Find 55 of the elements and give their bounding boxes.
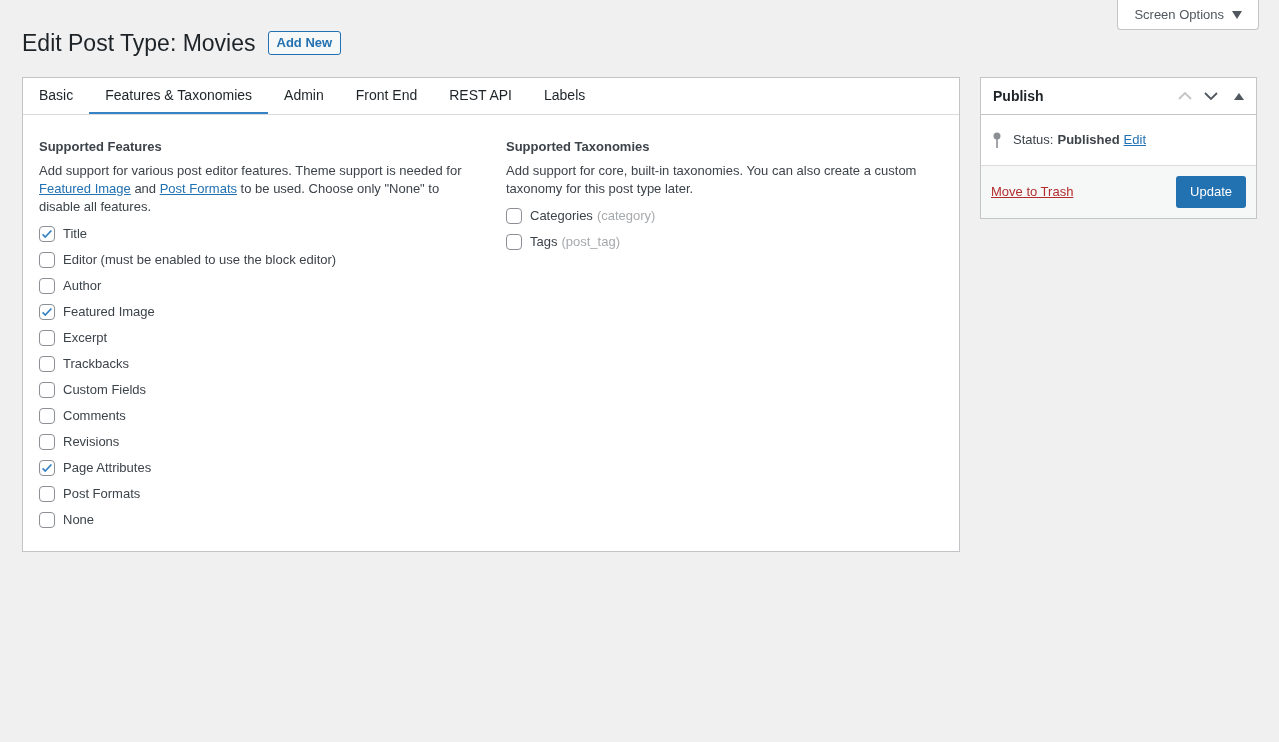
checkbox-label: None <box>63 510 95 529</box>
checkbox[interactable] <box>506 207 522 224</box>
edit-link[interactable]: Edit <box>1123 130 1146 150</box>
tab[interactable]: Admin <box>284 78 324 114</box>
checkbox-label: Revisions <box>63 432 120 451</box>
status-value: Published <box>1057 131 1120 150</box>
taxonomy-slug: (post_tag) <box>561 232 620 251</box>
tab[interactable]: Features & Taxonomies <box>89 78 269 114</box>
move-to-trash-link[interactable]: Move to Trash <box>991 182 1074 202</box>
checkbox[interactable] <box>39 459 55 476</box>
status-label: Status: <box>1013 131 1054 150</box>
checkbox-label: Featured Image <box>63 302 155 321</box>
tab[interactable]: Labels <box>544 78 586 114</box>
checkbox-label: Author <box>63 276 102 295</box>
checkbox[interactable] <box>39 407 55 424</box>
checkbox[interactable] <box>39 485 55 502</box>
checkbox-label: Editor (must be enabled to use the block editor) <box>63 250 337 269</box>
checkbox-label: Page Attributes <box>63 458 152 477</box>
tab[interactable]: Basic <box>39 78 74 114</box>
page-title: Edit Post Type: Movies <box>22 29 256 58</box>
section-heading: Supported Taxonomies <box>506 138 651 156</box>
chevron-down-icon[interactable] <box>1204 92 1218 100</box>
features-description: Add support for various post editor features. Theme support is needed for Featured Image and Post Formats to be used. Choose only "None" to disable all features. <box>39 161 463 216</box>
checkbox[interactable] <box>39 381 55 398</box>
update-button[interactable]: Update <box>1176 176 1246 208</box>
checkbox[interactable] <box>506 233 522 250</box>
checkbox[interactable] <box>39 303 55 320</box>
checkbox[interactable] <box>39 225 55 242</box>
link[interactable]: Post Formats <box>159 180 237 196</box>
screen-options-button[interactable]: Screen Options <box>1117 0 1259 30</box>
tab[interactable]: Front End <box>355 78 418 114</box>
link[interactable]: Featured Image <box>39 180 131 196</box>
taxonomy-slug: (category) <box>596 206 656 225</box>
checkbox[interactable] <box>39 251 55 268</box>
checkbox-label: Custom Fields <box>63 380 147 399</box>
checkbox[interactable] <box>39 433 55 450</box>
checkbox[interactable] <box>39 511 55 528</box>
checkbox-label: Categories <box>530 206 593 225</box>
pin-icon <box>993 132 1001 148</box>
toggle-icon[interactable] <box>1234 92 1244 100</box>
section-heading: Supported Features <box>39 138 163 156</box>
checkbox[interactable] <box>39 277 55 294</box>
checkbox-label: Post Formats <box>63 484 141 503</box>
tab[interactable]: REST API <box>449 78 512 114</box>
checkbox[interactable] <box>39 355 55 372</box>
checkbox-label: Excerpt <box>63 328 108 347</box>
checkbox-label: Tags <box>530 232 558 251</box>
checkbox[interactable] <box>39 329 55 346</box>
add-new-button[interactable]: Add New <box>267 31 342 55</box>
box-title: Publish <box>993 86 1045 106</box>
checkbox-label: Title <box>63 224 88 243</box>
taxonomies-description: Add support for core, built-in taxonomies. You can also create a custom taxonomy for this post type later. <box>506 161 918 198</box>
checkbox-label: Comments <box>63 406 126 425</box>
checkbox-label: Trackbacks <box>63 354 129 373</box>
caret-icon <box>1232 10 1242 19</box>
